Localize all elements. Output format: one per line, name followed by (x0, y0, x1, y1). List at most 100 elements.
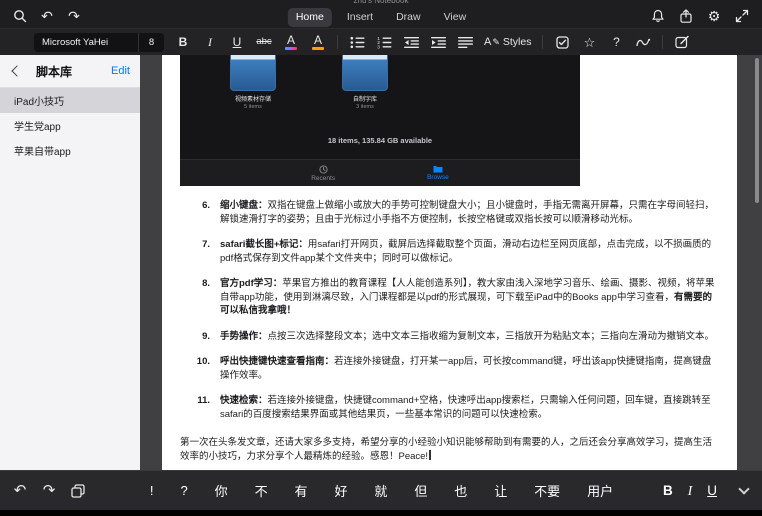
suggestion[interactable]: ? (177, 481, 190, 500)
suggestion[interactable]: 但 (411, 479, 430, 502)
numbered-list-icon[interactable]: 123 (376, 36, 392, 49)
document-page[interactable]: 视频素材存储 5 items 自制字库 3 items 18 items, 13… (162, 55, 737, 470)
fullscreen-expand-icon[interactable] (734, 8, 750, 23)
sidebar-item-ipad-tips[interactable]: iPad小技巧 (0, 88, 140, 113)
list-number: 9. (202, 330, 210, 342)
home-indicator-strip (0, 510, 762, 516)
paste-clipboard-icon[interactable] (70, 483, 86, 498)
embedded-screenshot[interactable]: 视频素材存储 5 items 自制字库 3 items 18 items, 13… (180, 55, 580, 186)
tab-view[interactable]: View (436, 8, 475, 27)
italic-button[interactable]: I (202, 36, 218, 48)
suggestion[interactable]: 不要 (531, 479, 563, 502)
storage-status-text: 18 items, 135.84 GB available (327, 136, 433, 145)
embed-folders: 视频素材存储 5 items 自制字库 3 items (226, 55, 392, 110)
styles-pencil-icon: ✎ (492, 36, 500, 47)
sidebar-header: 脚本库 Edit (0, 55, 140, 88)
folder-name: 自制字库 (352, 97, 377, 103)
settings-gear-icon[interactable]: ⚙ (706, 8, 722, 23)
embed-folder: 自制字库 3 items (338, 55, 392, 110)
closing-paragraph: 第一次在头条发文章，还请大家多多支持，希望分享的小经验小知识能够帮助到有需要的人… (180, 437, 713, 462)
tab-draw[interactable]: Draw (388, 8, 429, 27)
redo-icon[interactable]: ↷ (66, 8, 82, 23)
kbar-right-group: B I U (663, 483, 750, 499)
search-icon[interactable] (12, 8, 28, 23)
list-number: 6. (202, 200, 210, 211)
styles-label: Styles (502, 36, 532, 48)
kb-undo-icon[interactable]: ↶ (12, 483, 28, 498)
underline-button[interactable]: U (229, 36, 245, 48)
embed-tab-bar: Recents Browse (180, 159, 580, 186)
styles-button[interactable]: A ✎ Styles (484, 36, 531, 48)
list-item: 10. 呼出快捷键快速查看指南：若连接外接键盘，打开某一app后，可长按comm… (180, 355, 720, 382)
scribble-pen-icon[interactable] (635, 36, 651, 49)
suggestion[interactable]: 有 (292, 479, 311, 502)
kb-underline-button[interactable]: U (707, 483, 717, 498)
sidebar-title: 脚本库 (36, 64, 73, 79)
text-color-letter: A (286, 33, 295, 48)
toolbar-divider (662, 35, 664, 49)
checklist-icon[interactable] (554, 35, 570, 49)
suggestion[interactable]: 你 (212, 479, 231, 502)
alignment-icon[interactable] (457, 36, 473, 49)
list-item: 8. 官方pdf学习：苹果官方推出的教育课程【人人能创造系列】，教大家由浅入深地… (180, 277, 720, 318)
embed-folder: 视频素材存储 5 items (226, 55, 280, 110)
list-item: 6. 缩小键盘：双指在键盘上做缩小或放大的手势可控制键盘大小；且小键盘时，手指无… (180, 199, 720, 226)
embed-tab-recents: Recents (311, 164, 336, 182)
dismiss-keyboard-chevron-icon[interactable] (738, 483, 750, 495)
text-color-button[interactable]: A (283, 34, 299, 50)
bullet-list-icon[interactable] (349, 36, 365, 49)
recents-label: Recents (311, 174, 336, 182)
clock-icon (319, 164, 328, 174)
kb-italic-button[interactable]: I (688, 483, 693, 499)
edit-button[interactable]: Edit (111, 65, 130, 77)
favorite-star-icon[interactable]: ☆ (581, 36, 597, 49)
list-number: 11. (197, 395, 210, 406)
list-item: 9. 手势操作：点按三次选择整段文本；选中文本三指收缩为复制文本，三指放开为粘贴… (180, 330, 720, 344)
suggestion[interactable]: 用户 (584, 479, 616, 502)
text-color-swatch (285, 47, 297, 50)
kb-redo-icon[interactable]: ↷ (41, 483, 57, 498)
compose-icon[interactable] (674, 35, 690, 49)
outdent-icon[interactable] (403, 36, 419, 49)
font-selector[interactable]: Microsoft YaHei 8 (34, 32, 164, 52)
suggestion[interactable]: 让 (491, 479, 510, 502)
tab-insert[interactable]: Insert (339, 8, 381, 27)
suggestion[interactable]: 就 (371, 479, 390, 502)
tab-home[interactable]: Home (287, 8, 332, 27)
app-window: zhu's Notebook ↶ ↷ Home Insert Draw View… (0, 0, 762, 516)
highlight-button[interactable]: A (310, 34, 326, 50)
help-question-icon[interactable]: ? (608, 36, 624, 48)
folder-thumbnail (230, 55, 276, 91)
list-text: safari截长图+标记：用safari打开网页，截屏后选择截取整个页面，滑动右… (220, 239, 712, 264)
share-icon[interactable] (678, 8, 694, 23)
suggestion[interactable]: 好 (331, 479, 350, 502)
folder-count: 5 items (244, 104, 262, 110)
format-toolbar: Microsoft YaHei 8 B I U abc A A 123 A ✎ … (0, 28, 762, 55)
sidebar-item-apple-builtin-apps[interactable]: 苹果自带app (0, 138, 140, 163)
suggestion[interactable]: ! (147, 481, 157, 500)
toolbar-divider (542, 35, 544, 49)
font-name-value[interactable]: Microsoft YaHei (34, 37, 138, 48)
suggestion[interactable]: 也 (451, 479, 470, 502)
topbar-right-group: ⚙ (650, 8, 762, 28)
bold-button[interactable]: B (175, 36, 191, 48)
undo-icon[interactable]: ↶ (39, 8, 55, 23)
list-number: 8. (202, 278, 210, 289)
indent-icon[interactable] (430, 36, 446, 49)
back-chevron-icon[interactable] (11, 65, 23, 77)
sidebar: 脚本库 Edit iPad小技巧 学生党app 苹果自带app (0, 55, 140, 470)
list-text: 呼出快捷键快速查看指南：若连接外接键盘，打开某一app后，可长按command键… (220, 356, 712, 381)
kb-bold-button[interactable]: B (663, 483, 673, 498)
kbar-left-group: ↶ ↷ (12, 483, 86, 498)
notifications-bell-icon[interactable] (650, 8, 666, 23)
notebook-title: zhu's Notebook (353, 0, 409, 5)
scrollbar-thumb[interactable] (755, 58, 759, 203)
font-size-value[interactable]: 8 (138, 32, 164, 52)
strikethrough-button[interactable]: abc (256, 37, 272, 47)
list-number: 10. (196, 356, 210, 367)
suggestion[interactable]: 不 (252, 479, 271, 502)
folder-thumbnail (342, 55, 388, 91)
sidebar-item-student-apps[interactable]: 学生党app (0, 113, 140, 138)
toolbar-divider (337, 35, 338, 49)
embed-tab-browse: Browse (427, 165, 449, 181)
